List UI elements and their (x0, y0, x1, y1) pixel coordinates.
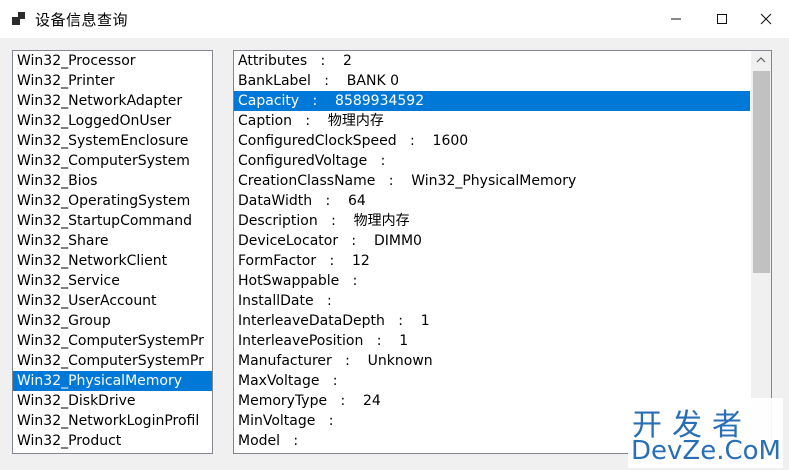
property-line[interactable]: InterleavePosition : 1 (234, 331, 750, 351)
chevron-up-icon (756, 56, 766, 62)
property-line[interactable]: Caption : 物理内存 (234, 111, 750, 131)
title-bar[interactable]: 设备信息查询 (0, 0, 789, 38)
property-line[interactable]: Manufacturer : Unknown (234, 351, 750, 371)
class-list-item[interactable]: Win32_ComputerSystem (13, 151, 212, 171)
property-line[interactable]: Description : 物理内存 (234, 211, 750, 231)
class-list-item[interactable]: Win32_Printer (13, 71, 212, 91)
vertical-scrollbar[interactable] (751, 51, 771, 453)
class-list-item[interactable]: Win32_LoggedOnUser (13, 111, 212, 131)
property-line[interactable]: Attributes : 2 (234, 51, 750, 71)
class-list-item[interactable]: Win32_UserAccount (13, 291, 212, 311)
property-line[interactable]: DataWidth : 64 (234, 191, 750, 211)
class-list-item[interactable]: Win32_SystemEnclosure (13, 131, 212, 151)
window-title: 设备信息查询 (35, 11, 129, 29)
class-list-item[interactable]: Win32_Product (13, 431, 212, 451)
close-button[interactable] (743, 0, 789, 38)
app-icon (12, 11, 28, 27)
class-list-item[interactable]: Win32_ComputerSystemPr (13, 351, 212, 371)
class-list-item[interactable]: Win32_DiskDrive (13, 391, 212, 411)
property-line[interactable]: DeviceLocator : DIMM0 (234, 231, 750, 251)
app-window: 设备信息查询 Win32_Processor Win32_Printer Win32… (0, 0, 789, 470)
close-icon (760, 13, 772, 25)
property-line[interactable]: BankLabel : BANK 0 (234, 71, 750, 91)
wmi-class-listbox[interactable]: Win32_Processor Win32_Printer Win32_Networ… (12, 50, 213, 454)
property-line[interactable]: InterleaveDataDepth : 1 (234, 311, 750, 331)
watermark-text-bottom: DevZe.CoM (631, 436, 781, 466)
class-list-item[interactable]: Win32_Share (13, 231, 212, 251)
scroll-up-button[interactable] (751, 51, 771, 68)
class-list-item[interactable]: Win32_ComputerSystemPr (13, 331, 212, 351)
class-list-item[interactable]: Win32_NetworkAdapter (13, 91, 212, 111)
property-line[interactable]: FormFactor : 12 (234, 251, 750, 271)
property-line[interactable]: ConfiguredClockSpeed : 1600 (234, 131, 750, 151)
scrollbar-thumb[interactable] (753, 71, 770, 273)
maximize-button[interactable] (699, 0, 745, 38)
class-list-item[interactable]: Win32_Processor (13, 51, 212, 71)
property-line[interactable]: MaxVoltage : (234, 371, 750, 391)
class-list-item[interactable]: Win32_PhysicalMemory (13, 371, 212, 391)
property-line[interactable]: Capacity : 8589934592 (234, 91, 750, 111)
class-list-item[interactable]: Win32_Service (13, 271, 212, 291)
class-list-item[interactable]: Win32_StartupCommand (13, 211, 212, 231)
site-watermark: 开发者 DevZe.CoM (628, 398, 783, 468)
property-line[interactable]: ConfiguredVoltage : (234, 151, 750, 171)
property-line[interactable]: HotSwappable : (234, 271, 750, 291)
maximize-icon (717, 14, 727, 24)
class-list-item[interactable]: Win32_OperatingSystem (13, 191, 212, 211)
class-list-item[interactable]: Win32_Group (13, 311, 212, 331)
class-list-item[interactable]: Win32_NetworkLoginProfil (13, 411, 212, 431)
property-line[interactable]: CreationClassName : Win32_PhysicalMemory (234, 171, 750, 191)
property-line[interactable]: InstallDate : (234, 291, 750, 311)
class-list-item[interactable]: Win32_Bios (13, 171, 212, 191)
property-listbox[interactable]: Attributes : 2 BankLabel : BANK 0 Capacity… (233, 50, 772, 454)
class-list-item[interactable]: Win32_NetworkClient (13, 251, 212, 271)
minimize-icon (671, 18, 681, 20)
minimize-button[interactable] (653, 0, 699, 38)
